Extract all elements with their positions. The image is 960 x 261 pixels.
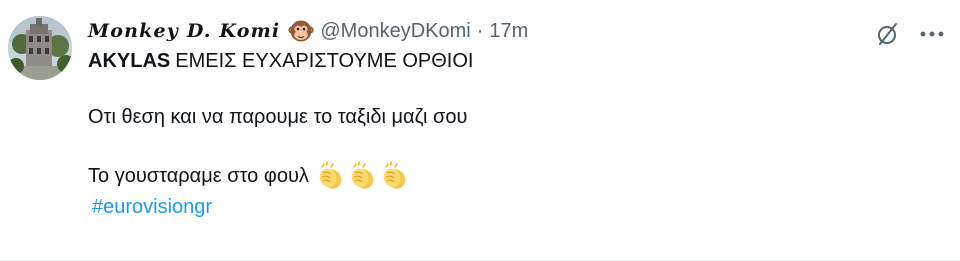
author-display-name[interactable]: Monkey D. Komi: [88, 20, 280, 42]
avatar-photo: [8, 16, 72, 80]
tweet-content: Monkey D. Komi @MonkeyDKomi · 17m AKYLAS…: [88, 16, 940, 222]
tweet-line-3-text: Το γουσταραμε στο φουλ: [88, 165, 309, 187]
tweet-line-2-text: Οτι θεση και να παρουμε το ταξιδι μαζι σ…: [88, 106, 468, 128]
more-icon[interactable]: [918, 21, 946, 47]
line-break: [88, 74, 940, 104]
clap-emojis: [315, 161, 411, 191]
header-separator: ·: [476, 19, 484, 42]
tweet-text: AKYLAS ΕΜΕΙΣ ΕΥΧΑΡΙΣΤΟΥΜΕ ΟΡΘΙΟΙ Οτι θεσ…: [88, 48, 940, 222]
author-handle[interactable]: @MonkeyDKomi: [320, 20, 470, 43]
clapping-hands-emoji-icon: [315, 161, 345, 191]
tweet-header: Monkey D. Komi @MonkeyDKomi · 17m: [88, 16, 940, 46]
bold-mention[interactable]: AKYLAS: [88, 48, 170, 74]
hashtag-link[interactable]: #eurovisiongr: [92, 194, 212, 220]
grok-icon[interactable]: [874, 21, 900, 47]
clapping-hands-emoji-icon: [379, 161, 409, 191]
line-break: [88, 130, 940, 160]
tweet-line-3: Το γουσταραμε στο φουλ: [88, 160, 940, 192]
tweet-card[interactable]: Monkey D. Komi @MonkeyDKomi · 17m AKYLAS…: [0, 0, 960, 261]
avatar[interactable]: [8, 16, 72, 80]
tweet-line-4: #eurovisiongr: [88, 192, 940, 222]
tweet-line-1: AKYLAS ΕΜΕΙΣ ΕΥΧΑΡΙΣΤΟΥΜΕ ΟΡΘΙΟΙ: [88, 48, 940, 74]
tweet-actions: [874, 21, 946, 47]
clapping-hands-emoji-icon: [347, 161, 377, 191]
tweet-line-1-text: ΕΜΕΙΣ ΕΥΧΑΡΙΣΤΟΥΜΕ ΟΡΘΙΟΙ: [175, 50, 474, 72]
tweet-line-2: Οτι θεση και να παρουμε το ταξιδι μαζι σ…: [88, 104, 940, 130]
monkey-face-emoji-icon: [288, 18, 314, 44]
tweet-timestamp[interactable]: 17m: [489, 20, 528, 43]
